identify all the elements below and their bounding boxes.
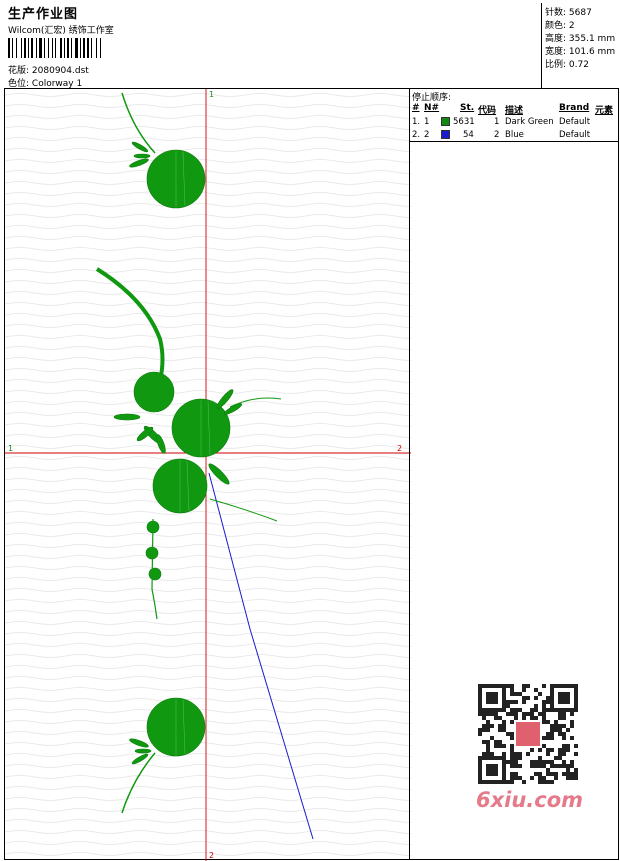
design-scale: 比例: 0.72 bbox=[545, 60, 589, 70]
qr-code-image bbox=[478, 684, 578, 784]
design-width: 宽度: 101.6 mm bbox=[545, 47, 616, 57]
col-header-n: N# bbox=[424, 103, 440, 113]
fabric-background bbox=[5, 89, 411, 861]
axis-label-left: 1 bbox=[8, 444, 13, 453]
design-file-line: 花版: 2080904.dst bbox=[8, 63, 89, 76]
col-header-stitches: St. bbox=[460, 103, 475, 113]
axis-label-right: 2 bbox=[397, 444, 402, 453]
col-header-description: 描述 bbox=[505, 106, 524, 116]
design-file-value: 2080904.dst bbox=[31, 66, 89, 76]
watermark: 6xiu.com bbox=[470, 680, 588, 812]
page-title: 生产作业图 bbox=[8, 7, 79, 22]
panel-divider bbox=[410, 141, 619, 142]
color-swatch bbox=[441, 130, 450, 139]
stitch-count: 针数: 5687 bbox=[545, 8, 592, 18]
design-canvas[interactable]: 1 2 1 2 bbox=[4, 88, 411, 861]
design-height: 高度: 355.1 mm bbox=[545, 34, 616, 44]
col-header-element: 元素 bbox=[595, 106, 614, 116]
watermark-text: 6xiu.com bbox=[476, 788, 584, 812]
header: 生产作业图 Wilcom(汇宏) 绣饰工作室 花版: 2080904.dst 色… bbox=[5, 3, 542, 89]
barcode-image bbox=[8, 38, 101, 58]
col-header-code: 代码 bbox=[478, 106, 497, 116]
embroidery-preview: 1 2 1 2 bbox=[5, 89, 411, 861]
design-file-label: 花版: bbox=[8, 66, 30, 76]
design-stats-box: 针数: 5687 颜色: 2 高度: 355.1 mm 宽度: 101.6 mm… bbox=[541, 3, 619, 89]
axis-label-top: 1 bbox=[209, 90, 214, 99]
color-count: 颜色: 2 bbox=[545, 21, 575, 31]
stop-sequence-title: 停止顺序: bbox=[412, 93, 452, 103]
col-header-brand: Brand bbox=[559, 103, 590, 113]
color-swatch bbox=[441, 117, 450, 126]
col-header-hash: # bbox=[412, 103, 420, 113]
company-name: Wilcom(汇宏) 绣饰工作室 bbox=[8, 26, 114, 36]
axis-label-bottom: 2 bbox=[209, 851, 214, 860]
